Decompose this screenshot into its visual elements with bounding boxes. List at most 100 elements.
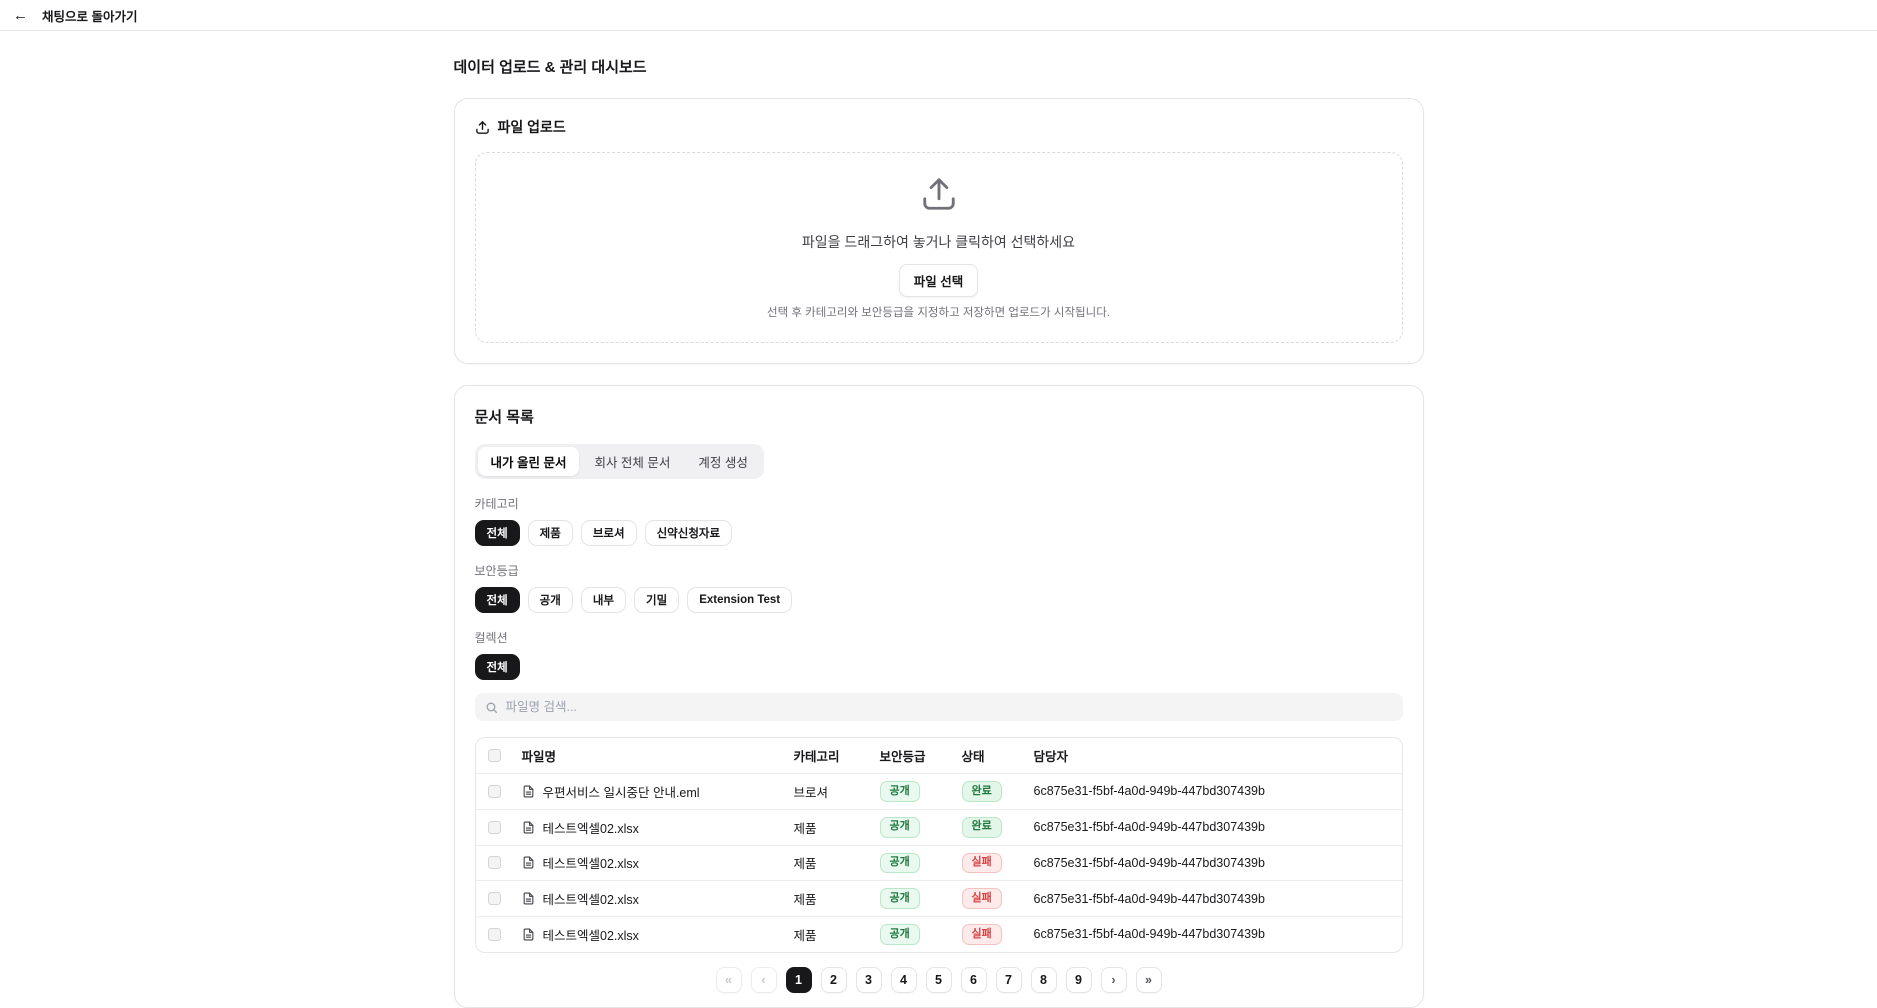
filters-section: 카테고리전체제품브로셔신약신청자료보안등급전체공개내부기밀Extension T… xyxy=(475,495,1403,680)
filter-chips-collection: 전체 xyxy=(475,654,1403,680)
upload-card-title: 파일 업로드 xyxy=(498,117,566,137)
pagination-next-button[interactable]: › xyxy=(1101,967,1127,993)
upload-card-header: 파일 업로드 xyxy=(475,117,1403,137)
security-badge: 공개 xyxy=(880,817,920,838)
file-name[interactable]: 우편서비스 일시중단 안내.eml xyxy=(543,782,700,801)
category-value: 제품 xyxy=(794,822,817,836)
main-content: 데이터 업로드 & 관리 대시보드 파일 업로드 파일을 드래그하여 놓거나 클… xyxy=(454,56,1424,1008)
upload-icon xyxy=(475,120,490,135)
filter-label-category: 카테고리 xyxy=(475,495,1403,512)
search-icon xyxy=(485,701,498,714)
category-value: 제품 xyxy=(794,893,817,907)
status-badge: 완료 xyxy=(962,817,1002,838)
pagination-page-8[interactable]: 8 xyxy=(1031,967,1057,993)
col-header-status: 상태 xyxy=(956,738,1028,774)
category-value: 브로셔 xyxy=(794,786,829,800)
owner-id: 6c875e31-f5bf-4a0d-949b-447bd307439b xyxy=(1034,927,1265,941)
file-name[interactable]: 테스트엑셀02.xlsx xyxy=(543,818,639,837)
pagination-page-4[interactable]: 4 xyxy=(891,967,917,993)
col-header-owner: 담당자 xyxy=(1028,738,1402,774)
select-file-button[interactable]: 파일 선택 xyxy=(899,264,978,297)
status-badge: 실패 xyxy=(962,853,1002,874)
filter-chips-category: 전체 제품 브로셔 신약신청자료 xyxy=(475,520,1403,546)
select-all-checkbox[interactable] xyxy=(488,749,501,762)
filename-search-input[interactable] xyxy=(506,700,1393,714)
filter-chip-category[interactable]: 제품 xyxy=(528,520,573,546)
row-checkbox[interactable] xyxy=(488,928,501,941)
pagination: « ‹ 123456789 › » xyxy=(475,967,1403,993)
pagination-page-7[interactable]: 7 xyxy=(996,967,1022,993)
filter-label-security: 보안등급 xyxy=(475,562,1403,579)
table-row: 테스트엑셀02.xlsx 제품 공개 완료 6c875e31-f5bf-4a0d-949… xyxy=(476,809,1402,845)
pagination-prev-button[interactable]: ‹ xyxy=(751,967,777,993)
pagination-page-2[interactable]: 2 xyxy=(821,967,847,993)
pagination-first-button[interactable]: « xyxy=(716,967,742,993)
row-checkbox[interactable] xyxy=(488,856,501,869)
row-checkbox[interactable] xyxy=(488,892,501,905)
table-row: 테스트엑셀02.xlsx제품공개실패6c875e31-f5bf-4a0d-949… xyxy=(476,845,1402,881)
tab-company-docs[interactable]: 회사 전체 문서 xyxy=(581,447,683,476)
filter-chip-security[interactable]: 기밀 xyxy=(634,587,679,613)
topbar: ← 채팅으로 돌아가기 xyxy=(0,0,1877,31)
upload-cloud-icon xyxy=(920,175,958,218)
filter-chip-security[interactable]: 공개 xyxy=(528,587,573,613)
file-cell: 테스트엑셀02.xlsx xyxy=(522,818,782,837)
filter-chip-security[interactable]: 내부 xyxy=(581,587,626,613)
pagination-page-6[interactable]: 6 xyxy=(961,967,987,993)
file-cell: 우편서비스 일시중단 안내.eml xyxy=(522,782,782,801)
document-tabs: 내가 올린 문서회사 전체 문서계정 생성 xyxy=(475,444,764,479)
status-badge: 실패 xyxy=(962,924,1002,945)
filter-chip-category[interactable]: 브로셔 xyxy=(581,520,637,546)
table-row: 테스트엑셀02.xlsx 제품 공개 실패 6c875e31-f5bf-4a0d-949… xyxy=(476,881,1402,917)
filter-chip-category[interactable]: 전체 xyxy=(475,520,520,546)
file-name[interactable]: 테스트엑셀02.xlsx xyxy=(543,889,639,908)
pagination-page-5[interactable]: 5 xyxy=(926,967,952,993)
file-cell: 테스트엑셀02.xlsx xyxy=(522,925,782,944)
owner-id: 6c875e31-f5bf-4a0d-949b-447bd307439b xyxy=(1034,820,1265,834)
filter-chip-security[interactable]: Extension Test xyxy=(687,587,792,613)
pagination-page-1[interactable]: 1 xyxy=(786,967,812,993)
table-header-row: 파일명 카테고리 보안등급 상태 담당자 xyxy=(476,738,1402,774)
back-to-chat-button[interactable]: ← 채팅으로 돌아가기 xyxy=(13,6,137,25)
document-list-card: 문서 목록 내가 올린 문서회사 전체 문서계정 생성 카테고리전체제품브로셔신… xyxy=(454,385,1424,1008)
document-list-title: 문서 목록 xyxy=(475,406,1403,427)
pagination-page-9[interactable]: 9 xyxy=(1066,967,1092,993)
file-name[interactable]: 테스트엑셀02.xlsx xyxy=(543,853,639,872)
back-arrow-icon: ← xyxy=(13,8,28,23)
category-value: 제품 xyxy=(794,857,817,871)
filter-chip-category[interactable]: 신약신청자료 xyxy=(645,520,732,546)
category-value: 제품 xyxy=(794,929,817,943)
file-cell: 테스트엑셀02.xlsx xyxy=(522,853,782,872)
security-badge: 공개 xyxy=(880,888,920,909)
file-icon xyxy=(522,784,535,799)
tab-my-docs[interactable]: 내가 올린 문서 xyxy=(478,447,580,476)
file-name[interactable]: 테스트엑셀02.xlsx xyxy=(543,925,639,944)
file-icon xyxy=(522,855,535,870)
dropzone-hint: 선택 후 카테고리와 보안등급을 지정하고 저장하면 업로드가 시작됩니다. xyxy=(767,304,1110,320)
pagination-last-button[interactable]: » xyxy=(1136,967,1162,993)
file-icon xyxy=(522,891,535,906)
row-checkbox[interactable] xyxy=(488,785,501,798)
col-header-category: 카테고리 xyxy=(788,738,874,774)
status-badge: 실패 xyxy=(962,888,1002,909)
search-bar xyxy=(475,693,1403,721)
table-row: 테스트엑셀02.xlsx제품공개실패6c875e31-f5bf-4a0d-949… xyxy=(476,917,1402,952)
filter-chip-collection[interactable]: 전체 xyxy=(475,654,520,680)
col-header-filename: 파일명 xyxy=(516,738,788,774)
filter-chip-security[interactable]: 전체 xyxy=(475,587,520,613)
security-badge: 공개 xyxy=(880,853,920,874)
row-checkbox[interactable] xyxy=(488,821,501,834)
documents-table-container: 파일명 카테고리 보안등급 상태 담당자 우편서비스 일시중단 안내.eml 브로… xyxy=(475,737,1403,953)
tab-create-account[interactable]: 계정 생성 xyxy=(685,447,760,476)
file-dropzone[interactable]: 파일을 드래그하여 놓거나 클릭하여 선택하세요 파일 선택 선택 후 카테고리… xyxy=(475,152,1403,343)
page-title: 데이터 업로드 & 관리 대시보드 xyxy=(454,56,1424,77)
back-label: 채팅으로 돌아가기 xyxy=(42,6,137,25)
owner-id: 6c875e31-f5bf-4a0d-949b-447bd307439b xyxy=(1034,784,1265,798)
pagination-page-3[interactable]: 3 xyxy=(856,967,882,993)
dropzone-instruction: 파일을 드래그하여 놓거나 클릭하여 선택하세요 xyxy=(802,232,1075,252)
col-header-security: 보안등급 xyxy=(874,738,956,774)
file-cell: 테스트엑셀02.xlsx xyxy=(522,889,782,908)
documents-table: 파일명 카테고리 보안등급 상태 담당자 우편서비스 일시중단 안내.eml 브로… xyxy=(476,738,1402,952)
owner-id: 6c875e31-f5bf-4a0d-949b-447bd307439b xyxy=(1034,892,1265,906)
filter-label-collection: 컬렉션 xyxy=(475,629,1403,646)
